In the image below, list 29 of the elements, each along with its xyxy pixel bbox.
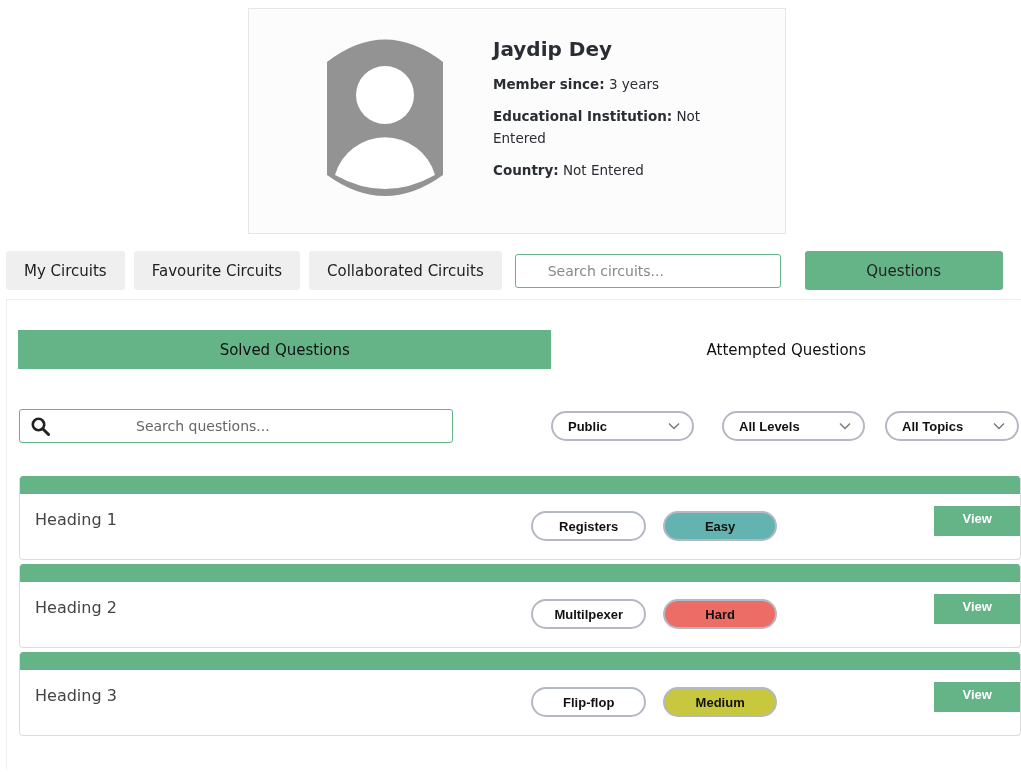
nav-button[interactable]: My Circuits — [6, 251, 125, 290]
tab[interactable]: Attempted Questions — [551, 330, 1021, 369]
question-heading: Heading 1 — [35, 509, 118, 529]
topic-tag: Flip-flop — [531, 687, 646, 717]
difficulty-tag: Easy — [662, 511, 778, 541]
difficulty-tag: Medium — [662, 687, 778, 717]
filter-dropdown[interactable]: All Levels — [722, 411, 865, 441]
tab[interactable]: Solved Questions — [18, 330, 552, 369]
user-name: Jaydip Dey — [493, 37, 613, 61]
filter-dropdown[interactable]: All Topics — [885, 411, 1019, 441]
difficulty-tag: Hard — [662, 599, 778, 629]
search-icon — [31, 417, 50, 436]
question-heading: Heading 2 — [35, 597, 118, 617]
search-field[interactable]: Search circuits... — [514, 253, 781, 288]
nav-button[interactable]: Favourite Circuits — [133, 251, 300, 290]
profile-detail: Country: Not Entered — [493, 161, 645, 180]
questions-button[interactable]: Questions — [804, 251, 1003, 290]
topic-tag: Multilpexer — [531, 599, 646, 629]
profile-detail: Member since: 3 years — [493, 75, 660, 94]
filter-dropdown[interactable]: Public — [551, 411, 694, 441]
avatar-icon — [327, 37, 443, 199]
question-heading: Heading 3 — [35, 685, 118, 705]
chevron-down-icon — [993, 422, 1005, 430]
chevron-down-icon — [839, 422, 851, 430]
chevron-down-icon — [668, 422, 680, 430]
nav-button[interactable]: Collaborated Circuits — [309, 251, 502, 290]
profile-detail: Educational Institution: Not Entered — [493, 107, 702, 148]
topic-tag: Registers — [531, 511, 646, 541]
search-field[interactable]: Search questions... — [19, 409, 453, 443]
